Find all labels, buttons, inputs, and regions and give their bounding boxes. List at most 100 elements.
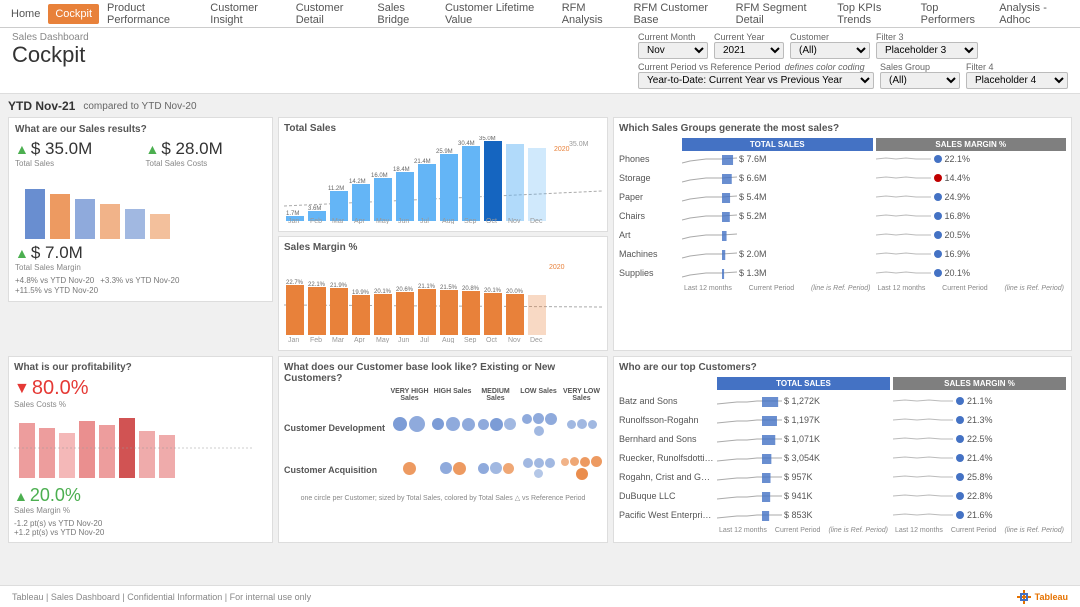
tc-sales-margin-header: SALES MARGIN % <box>893 377 1066 390</box>
sales-group-row: Chairs $ 5.2M 16.8% <box>619 208 1066 224</box>
top-customer-row: Ruecker, Runolfsdottir and ... $ 3,054K … <box>619 450 1066 466</box>
top-customers-rows: Batz and Sons $ 1,272K 21.1% Runolfsson-… <box>619 393 1066 523</box>
sales-change: +4.8% vs YTD Nov-20 <box>15 276 94 285</box>
nav-analysis[interactable]: Analysis - Adhoc <box>992 0 1076 28</box>
svg-text:Oct: Oct <box>486 337 497 343</box>
total-margin-label: Total Sales Margin <box>15 263 266 272</box>
svg-text:19.9%: 19.9% <box>352 290 370 296</box>
nav-product-perf[interactable]: Product Performance <box>100 0 203 28</box>
nav-top-kpis[interactable]: Top KPIs Trends <box>830 0 913 28</box>
svg-text:30.4M: 30.4M <box>458 141 475 147</box>
margin-pct-label: Sales Margin % <box>14 506 267 515</box>
svg-text:Jul: Jul <box>420 218 429 224</box>
svg-text:Aug: Aug <box>442 218 455 224</box>
nav-cockpit[interactable]: Cockpit <box>48 4 99 24</box>
tc-total-sales-header: TOTAL SALES <box>717 377 890 390</box>
total-sales-header: TOTAL SALES <box>682 138 873 151</box>
costs-pct-value: 80.0% <box>32 377 89 400</box>
svg-text:21.1%: 21.1% <box>418 284 436 290</box>
customer-select[interactable]: (All) <box>790 42 870 59</box>
nav-rfm-cust[interactable]: RFM Customer Base <box>626 0 728 28</box>
svg-text:Aug: Aug <box>442 337 455 343</box>
footer-text: Tableau | Sales Dashboard | Confidential… <box>12 592 311 602</box>
svg-text:Mar: Mar <box>332 337 345 343</box>
sales-margin-chart: 2020 2 <box>284 255 602 345</box>
period-select[interactable]: Year-to-Date: Current Year vs Previous Y… <box>638 72 874 89</box>
margin-pct-value: 20.0% <box>30 485 81 506</box>
svg-text:Dec: Dec <box>530 218 543 224</box>
page-title: Cockpit <box>12 43 89 67</box>
svg-text:Nov: Nov <box>508 337 521 343</box>
filter-customer: Customer (All) <box>790 32 870 59</box>
total-sales-label: Total Sales <box>15 159 136 168</box>
costs-pct-label: Sales Costs % <box>14 400 267 409</box>
svg-text:1.7M: 1.7M <box>286 211 299 217</box>
svg-text:Jun: Jun <box>398 218 409 224</box>
filter4-select[interactable]: Placeholder 4 <box>966 72 1068 89</box>
sales-margin-chart-card: Sales Margin % 2020 <box>278 236 608 351</box>
total-sales-chart: 35.0M 2020 <box>284 136 602 226</box>
nav-clv[interactable]: Customer Lifetime Value <box>438 0 555 28</box>
nav-rfm[interactable]: RFM Analysis <box>555 0 627 28</box>
svg-text:Feb: Feb <box>310 218 322 224</box>
svg-text:14.2M: 14.2M <box>349 179 366 185</box>
current-year-select[interactable]: 2021 <box>714 42 784 59</box>
profitability-panel: What is our profitability? ▼ 80.0% Sales… <box>8 356 273 543</box>
svg-text:Mar: Mar <box>332 218 345 224</box>
svg-text:2020: 2020 <box>554 146 570 153</box>
header: Sales Dashboard Cockpit Current Month No… <box>0 28 1080 94</box>
svg-text:22.1%: 22.1% <box>308 282 326 288</box>
filter3-select[interactable]: Placeholder 3 <box>876 42 978 59</box>
nav-customer-detail[interactable]: Customer Detail <box>289 0 371 28</box>
sales-group-row: Paper $ 5.4M 24.9% <box>619 189 1066 205</box>
svg-text:Apr: Apr <box>354 218 366 224</box>
svg-text:20.0%: 20.0% <box>506 289 524 295</box>
top-customer-row: Rogahn, Crist and Gulgowski $ 957K 25.8% <box>619 469 1066 485</box>
nav-sales-bridge[interactable]: Sales Bridge <box>370 0 438 28</box>
svg-text:Oct: Oct <box>486 218 497 224</box>
svg-text:18.4M: 18.4M <box>393 167 410 173</box>
total-margin-value: $ 7.0M <box>31 243 83 263</box>
ytd-header: YTD Nov-21 compared to YTD Nov-20 <box>8 99 1072 113</box>
sales-group-row: Machines $ 2.0M 16.9% <box>619 246 1066 262</box>
filter-current-year: Current Year 2021 <box>714 32 784 59</box>
svg-text:Apr: Apr <box>354 337 366 343</box>
costs-change: +3.3% vs YTD Nov-20 <box>100 276 179 285</box>
svg-text:Jun: Jun <box>398 337 409 343</box>
top-customer-row: Bernhard and Sons $ 1,071K 22.5% <box>619 431 1066 447</box>
top-nav: Home Cockpit Product Performance Custome… <box>0 0 1080 28</box>
margin-change: +11.5% vs YTD Nov-20 <box>15 286 98 295</box>
customer-base-panel: What does our Customer base look like? E… <box>278 356 608 543</box>
sales-group-select[interactable]: (All) <box>880 72 960 89</box>
dashboard-grid: What are our Sales results? ▲ $ 35.0M To… <box>8 117 1072 351</box>
svg-text:20.6%: 20.6% <box>396 287 414 293</box>
svg-text:Jan: Jan <box>288 218 299 224</box>
svg-text:Nov: Nov <box>508 218 521 224</box>
svg-text:21.4M: 21.4M <box>414 159 431 165</box>
nav-rfm-seg[interactable]: RFM Segment Detail <box>729 0 831 28</box>
customer-base-title: What does our Customer base look like? E… <box>284 362 602 384</box>
svg-text:25.9M: 25.9M <box>436 149 453 155</box>
svg-text:21.9%: 21.9% <box>330 283 348 289</box>
sales-results-panel: What are our Sales results? ▲ $ 35.0M To… <box>8 117 273 351</box>
costs-change: -1.2 pt(s) vs YTD Nov-20 <box>14 519 267 528</box>
nav-top-perf[interactable]: Top Performers <box>914 0 993 28</box>
svg-text:35.0M: 35.0M <box>569 141 589 148</box>
filter-current-month: Current Month Nov <box>638 32 708 59</box>
filter-3: Filter 3 Placeholder 3 <box>876 32 978 59</box>
cust-dev-label: Customer Development <box>284 408 385 448</box>
main-content: YTD Nov-21 compared to YTD Nov-20 What a… <box>0 94 1080 585</box>
margin-change-2: +1.2 pt(s) vs YTD Nov-20 <box>14 528 267 537</box>
top-customers-panel: Who are our top Customers? TOTAL SALES S… <box>613 356 1072 543</box>
charts-panel: Total Sales 35.0M 2020 <box>278 117 608 351</box>
total-sales-chart-card: Total Sales 35.0M 2020 <box>278 117 608 232</box>
current-month-select[interactable]: Nov <box>638 42 708 59</box>
nav-customer-insight[interactable]: Customer Insight <box>203 0 288 28</box>
svg-text:20.8%: 20.8% <box>462 286 480 292</box>
sales-group-row: Art 20.5% <box>619 227 1066 243</box>
total-sales-value: $ 35.0M <box>31 139 92 159</box>
sales-group-row: Supplies $ 1.3M 20.1% <box>619 265 1066 281</box>
top-customer-row: Batz and Sons $ 1,272K 21.1% <box>619 393 1066 409</box>
svg-text:11.2M: 11.2M <box>328 186 344 192</box>
nav-home[interactable]: Home <box>4 4 47 24</box>
